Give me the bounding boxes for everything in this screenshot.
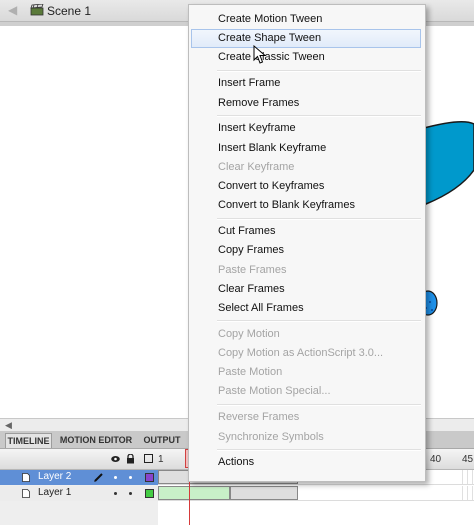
menu-separator [217, 115, 421, 118]
menu-item-insert-keyframe[interactable]: Insert Keyframe [191, 119, 421, 138]
menu-item-create-motion-tween[interactable]: Create Motion Tween [191, 10, 421, 29]
menu-item-convert-to-blank-keyframes[interactable]: Convert to Blank Keyframes [191, 196, 421, 215]
tab-motion-editor[interactable]: MOTION EDITOR [56, 433, 136, 448]
frame-row-layer-1[interactable] [158, 486, 474, 501]
pencil-icon [94, 473, 103, 482]
lock-icon[interactable] [126, 454, 135, 464]
eye-icon[interactable] [111, 455, 120, 463]
empty-frames[interactable] [458, 470, 474, 484]
menu-separator [217, 217, 421, 220]
menu-separator [217, 69, 421, 72]
layer-row-layer-1[interactable]: Layer 1 [0, 486, 158, 501]
menu-item-create-classic-tween[interactable]: Create Classic Tween [191, 48, 421, 67]
shape-tween-span[interactable] [158, 486, 230, 500]
menu-item-reverse-frames: Reverse Frames [218, 411, 300, 424]
menu-item-actions[interactable]: Actions [191, 453, 421, 472]
frame-number-40: 40 [430, 454, 442, 465]
scene-label[interactable]: Scene 1 [47, 4, 91, 18]
menu-item-copy-motion-as-actionscript-3-0: Copy Motion as ActionScript 3.0... [218, 347, 384, 359]
menu-item-cut-frames[interactable]: Cut Frames [191, 222, 421, 241]
menu-item-synchronize-symbols: Synchronize Symbols [218, 430, 324, 443]
menu-item-create-shape-tween[interactable]: Create Shape Tween [191, 29, 421, 49]
visibility-dot[interactable] [114, 476, 117, 479]
scroll-left-icon[interactable]: ◀ [5, 420, 12, 431]
layer-icon [22, 473, 30, 482]
frame-number-1: 1 [158, 454, 164, 465]
menu-item-insert-frame[interactable]: Insert Frame [191, 74, 421, 93]
menu-separator [217, 320, 421, 323]
empty-frames[interactable] [458, 486, 474, 500]
menu-item-insert-blank-keyframe[interactable]: Insert Blank Keyframe [191, 139, 421, 158]
tab-timeline[interactable]: TIMELINE [5, 433, 52, 448]
tab-output[interactable]: OUTPUT [140, 433, 184, 448]
menu-item-clear-keyframe: Clear Keyframe [218, 160, 295, 173]
menu-separator [217, 449, 421, 452]
menu-item-copy-frames[interactable]: Copy Frames [191, 241, 421, 260]
frame-span[interactable] [230, 486, 298, 500]
menu-item-select-all-frames[interactable]: Select All Frames [191, 299, 421, 318]
menu-item-paste-motion-special: Paste Motion Special... [218, 385, 331, 398]
menu-item-paste-motion: Paste Motion [218, 366, 283, 379]
mouse-pointer-icon [253, 45, 267, 64]
layer-name[interactable]: Layer 1 [38, 487, 71, 498]
layer-name[interactable]: Layer 2 [38, 471, 71, 482]
layer-color-swatch[interactable] [145, 489, 154, 498]
outline-icon[interactable] [144, 454, 153, 463]
menu-item-paste-frames: Paste Frames [218, 263, 287, 276]
layer-row-layer-2[interactable]: Layer 2 [0, 470, 158, 485]
lock-dot[interactable] [129, 476, 132, 479]
back-arrow-icon[interactable]: ◀ [8, 4, 20, 16]
clapper-icon [30, 4, 44, 16]
visibility-dot[interactable] [114, 492, 117, 495]
menu-item-remove-frames[interactable]: Remove Frames [191, 94, 421, 113]
menu-item-copy-motion: Copy Motion [218, 327, 280, 340]
menu-item-convert-to-keyframes[interactable]: Convert to Keyframes [191, 177, 421, 196]
menu-item-clear-frames[interactable]: Clear Frames [191, 280, 421, 299]
context-menu: Create Motion Tween Create Shape Tween Cre… [188, 4, 426, 482]
flash-workspace: ◀ Scene 1 ◀ TIMELINE MOTION EDITOR OUTPU… [0, 0, 474, 525]
lock-dot[interactable] [129, 492, 132, 495]
frame-number-45: 45 [462, 454, 474, 465]
layer-icon [22, 489, 30, 498]
menu-separator [217, 403, 421, 406]
layer-color-swatch[interactable] [145, 473, 154, 482]
